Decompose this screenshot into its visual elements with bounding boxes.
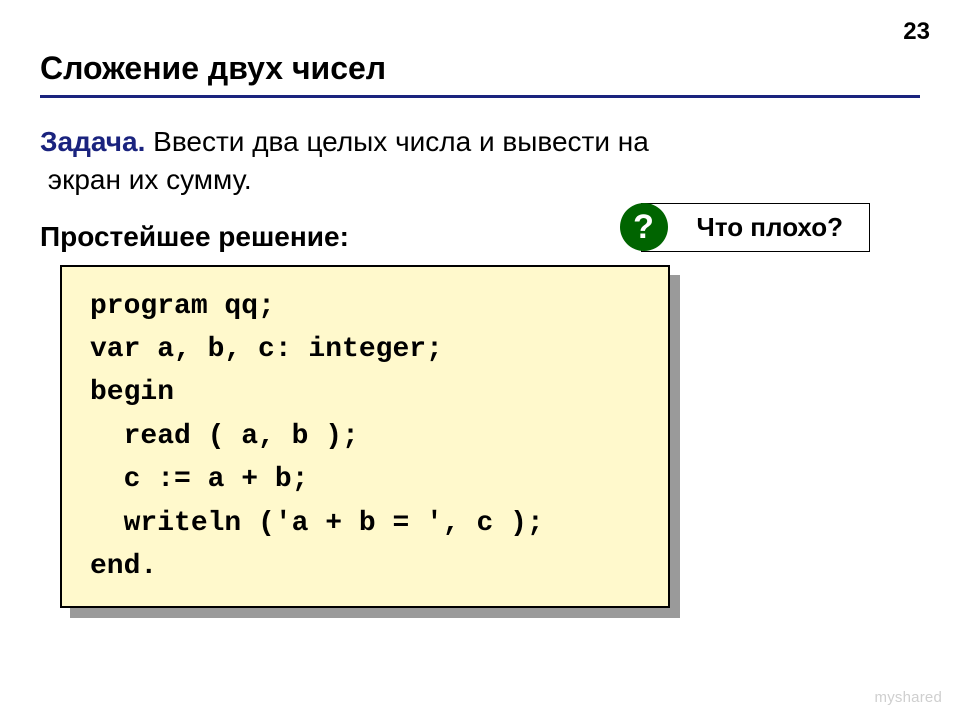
code-example: program qq; var a, b, c: integer; begin …	[60, 265, 670, 609]
solution-label: Простейшее решение:	[40, 221, 349, 252]
page-number: 23	[903, 18, 930, 46]
solution-row: Простейшее решение: ? Что плохо?	[40, 221, 920, 253]
slide: 23 Сложение двух чисел Задача. Ввести дв…	[0, 0, 960, 720]
code-box: program qq; var a, b, c: integer; begin …	[60, 265, 670, 609]
title-divider	[40, 95, 920, 98]
task-line-2: экран их сумму.	[48, 164, 252, 195]
whats-wrong-callout: ? Что плохо?	[641, 203, 870, 252]
question-icon: ?	[620, 203, 668, 251]
task-text: Задача. Ввести два целых числа и вывести…	[40, 123, 920, 199]
callout-text: Что плохо?	[697, 212, 843, 242]
task-line-1: Ввести два целых числа и вывести на	[145, 126, 648, 157]
slide-title: Сложение двух чисел	[40, 50, 920, 87]
code-listing: program qq; var a, b, c: integer; begin …	[90, 285, 640, 589]
watermark: myshared	[875, 689, 942, 706]
task-label: Задача.	[40, 126, 145, 157]
